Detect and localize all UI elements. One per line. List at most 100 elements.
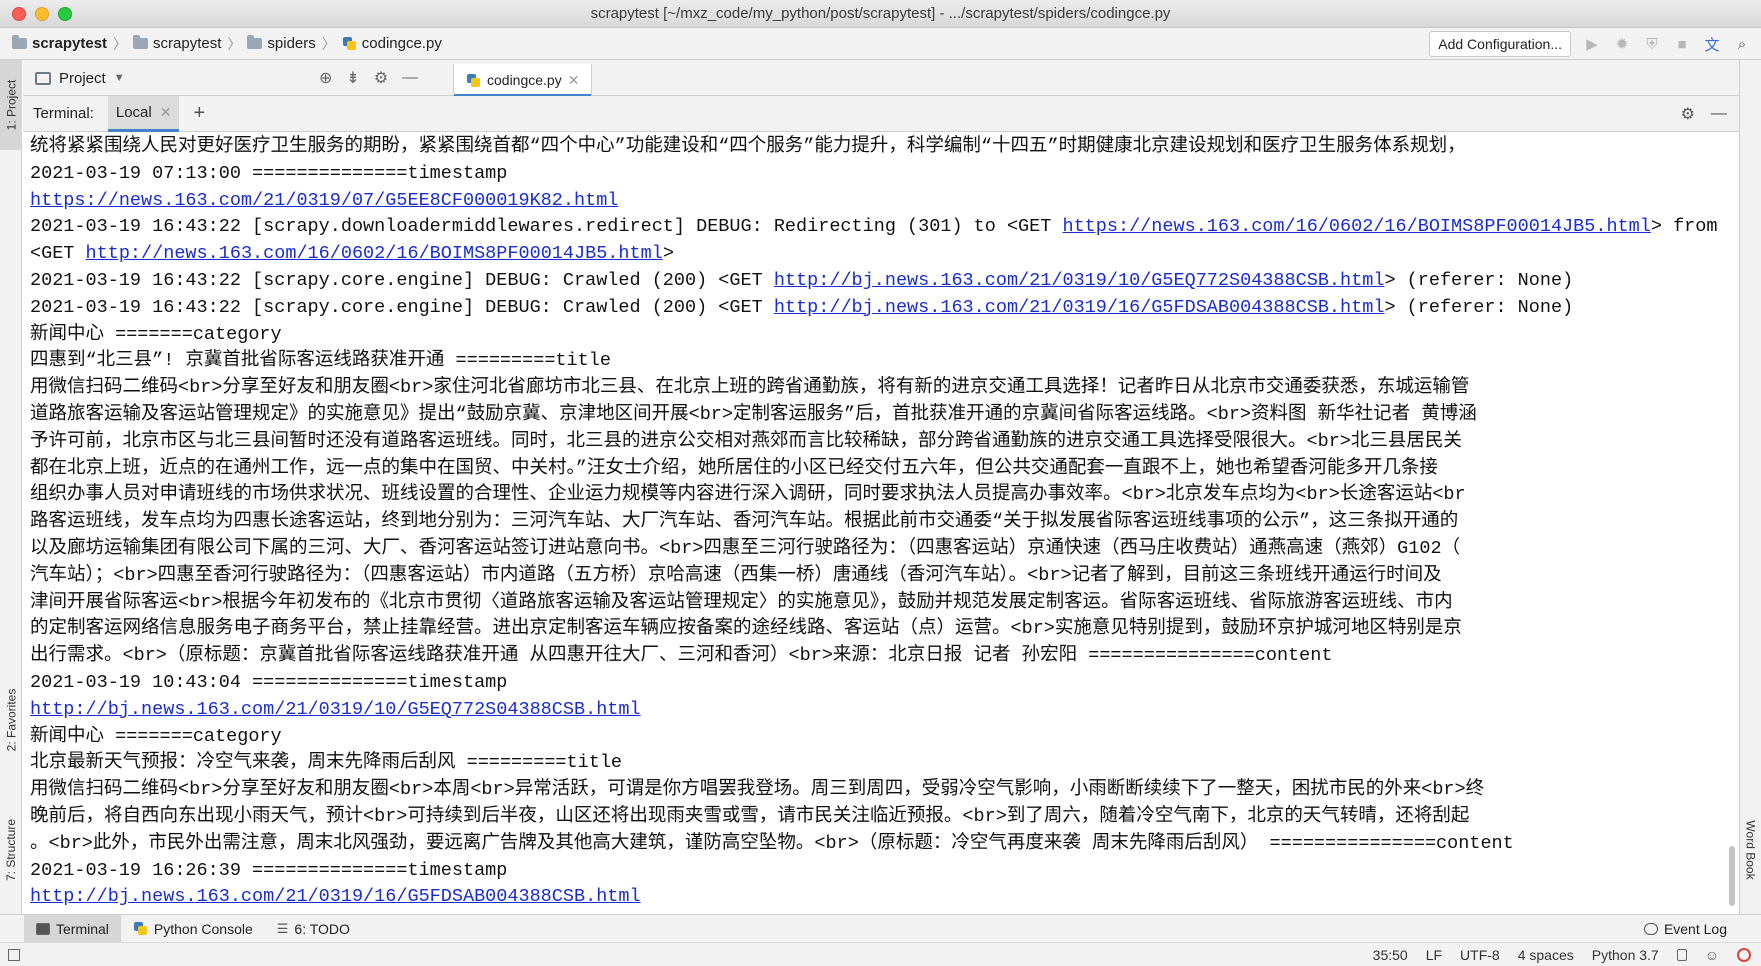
terminal-line: 2021-03-19 16:43:22 [scrapy.core.engine]… [30, 268, 1723, 295]
status-widgets: 35:50 LF UTF-8 4 spaces Python 3.7 ☺ [1373, 943, 1751, 966]
python-interpreter[interactable]: Python 3.7 [1592, 947, 1659, 963]
terminal-text: 四惠到“北三县”! 京冀首批省际客运线路获准开通 =========title [30, 350, 611, 371]
window-title: scrapytest [~/mxz_code/my_python/post/sc… [591, 5, 1171, 22]
file-encoding[interactable]: UTF-8 [1460, 947, 1500, 963]
collapse-icon[interactable]: ⇟ [346, 68, 359, 88]
chevron-down-icon: ▼ [114, 72, 125, 84]
breadcrumb-item-file[interactable]: codingce.py [342, 35, 442, 52]
terminal-link[interactable]: http://bj.news.163.com/21/0319/16/G5FDSA… [30, 886, 641, 907]
window-controls [12, 7, 72, 21]
tool-tab-project[interactable]: 1: Project [0, 60, 22, 150]
terminal-text: > (referer: None) [1384, 297, 1573, 318]
breadcrumb-item-project[interactable]: scrapytest [12, 35, 107, 52]
terminal-line: 组织办事人员对申请班线的市场供求状况、班线设置的合理性、企业运力规模等内容进行深… [30, 482, 1723, 509]
maximize-window-button[interactable] [58, 7, 72, 21]
terminal-text: <GET [30, 243, 86, 264]
terminal-text: 汽车站）；<br>四惠至香河行驶路径为：（四惠客运站）市内道路（五方桥）京哈高速… [30, 565, 1442, 586]
terminal-text: 2021-03-19 16:43:22 [scrapy.core.engine]… [30, 270, 774, 291]
breadcrumb-separator: 〉 [113, 34, 127, 54]
terminal-link[interactable]: http://bj.news.163.com/21/0319/10/G5EQ77… [30, 699, 641, 720]
new-terminal-button[interactable]: + [193, 102, 205, 125]
terminal-line: 2021-03-19 16:43:22 [scrapy.downloadermi… [30, 214, 1723, 241]
terminal-text: 北京最新天气预报：冷空气来袭，周末先降雨后刮风 =========title [30, 752, 622, 773]
terminal-scrollbar[interactable] [1727, 134, 1737, 910]
tool-window-todo[interactable]: ☰ 6: TODO [265, 915, 362, 943]
translate-icon[interactable]: 文 [1703, 35, 1721, 53]
tool-tab-word-book[interactable]: Word Book [1740, 800, 1761, 900]
right-tool-strip: Word Book [1739, 60, 1761, 916]
stop-icon[interactable]: ■ [1673, 35, 1691, 53]
hide-icon[interactable]: — [402, 69, 418, 87]
breadcrumb-separator: 〉 [322, 34, 336, 54]
inspector-icon[interactable]: ☺ [1705, 947, 1719, 963]
status-bar: 35:50 LF UTF-8 4 spaces Python 3.7 ☺ [0, 942, 1761, 966]
lock-icon[interactable] [1677, 949, 1687, 961]
terminal-line: 2021-03-19 10:43:04 ==============timest… [30, 670, 1723, 697]
project-panel-tools: ⊕ ⇟ ⚙ — [319, 60, 418, 96]
terminal-text: 道路旅客运输及客运站管理规定》的实施意见》提出“鼓励京冀、京津地区间开展<br>… [30, 404, 1477, 425]
tool-window-event-log[interactable]: Event Log [1644, 915, 1727, 943]
terminal-line: 予许可前，北京市区与北三县间暂时还没有道路客运班线。同时，北三县的进京公交相对燕… [30, 429, 1723, 456]
terminal-text: 2021-03-19 07:13:00 ==============timest… [30, 163, 507, 184]
close-tab-icon[interactable]: ✕ [160, 104, 172, 121]
terminal-line: 晚前后，将自西向东出现小雨天气，预计<br>可持续到后半夜，山区还将出现雨夹雪或… [30, 804, 1723, 831]
google-icon[interactable] [1737, 948, 1751, 962]
tool-window-python-console[interactable]: Python Console [121, 915, 265, 943]
terminal-text: 2021-03-19 16:43:22 [scrapy.downloadermi… [30, 216, 1062, 237]
indent-setting[interactable]: 4 spaces [1518, 947, 1574, 963]
terminal-link[interactable]: http://news.163.com/16/0602/16/BOIMS8PF0… [86, 243, 663, 264]
search-icon[interactable]: ⌕ [1733, 35, 1751, 53]
terminal-line: 四惠到“北三县”! 京冀首批省际客运线路获准开通 =========title [30, 348, 1723, 375]
project-panel-header: Project ▼ ⊕ ⇟ ⚙ — codingce.py ✕ [23, 60, 1739, 96]
terminal-icon [36, 923, 50, 935]
tool-tab-structure[interactable]: 7: Structure [0, 800, 22, 900]
scroll-thumb[interactable] [1729, 846, 1735, 906]
project-window-icon [35, 72, 51, 85]
terminal-label: Terminal: [33, 105, 94, 122]
terminal-text: 2021-03-19 16:26:39 ==============timest… [30, 860, 507, 881]
tool-window-bar: Terminal Python Console ☰ 6: TODO Event … [0, 914, 1761, 942]
terminal-text: 路客运班线，发车点均为四惠长途客运站，终到地分别为：三河汽车站、大厂汽车站、香河… [30, 511, 1458, 532]
minimize-window-button[interactable] [35, 7, 49, 21]
breadcrumb-separator: 〉 [227, 34, 241, 54]
terminal-link[interactable]: https://news.163.com/16/0602/16/BOIMS8PF… [1062, 216, 1650, 237]
left-tool-strip: 1: Project 2: Favorites 7: Structure [0, 60, 22, 916]
close-tab-icon[interactable]: ✕ [568, 72, 580, 89]
terminal-line: 。<br>此外，市民外出需注意，周末北风强劲，要远离广告牌及其他高大建筑，谨防高… [30, 831, 1723, 858]
event-log-icon [1644, 923, 1658, 935]
add-configuration-button[interactable]: Add Configuration... [1429, 31, 1571, 57]
gear-icon[interactable]: ⚙ [1681, 104, 1695, 124]
editor-tab-codingce[interactable]: codingce.py ✕ [453, 64, 592, 96]
breadcrumb-item-package[interactable]: scrapytest [133, 35, 221, 52]
breadcrumb-item-spiders[interactable]: spiders [247, 35, 315, 52]
list-icon: ☰ [277, 921, 289, 937]
terminal-link[interactable]: https://news.163.com/21/0319/07/G5EE8CF0… [30, 190, 618, 211]
coverage-icon[interactable]: ⛨ [1643, 35, 1661, 53]
locate-icon[interactable]: ⊕ [319, 68, 332, 88]
close-window-button[interactable] [12, 7, 26, 21]
title-bar: scrapytest [~/mxz_code/my_python/post/sc… [0, 0, 1761, 28]
terminal-link[interactable]: http://bj.news.163.com/21/0319/10/G5EQ77… [774, 270, 1385, 291]
hide-icon[interactable]: — [1711, 105, 1727, 123]
terminal-line: 新闻中心 =======category [30, 724, 1723, 751]
tool-window-terminal[interactable]: Terminal [24, 915, 121, 943]
gear-icon[interactable]: ⚙ [374, 68, 388, 88]
terminal-line: http://bj.news.163.com/21/0319/10/G5EQ77… [30, 697, 1723, 724]
tool-tab-favorites[interactable]: 2: Favorites [0, 670, 22, 770]
terminal-tab-local[interactable]: Local ✕ [108, 96, 180, 132]
terminal-text: 新闻中心 =======category [30, 726, 282, 747]
toggle-tool-windows-icon[interactable] [8, 949, 20, 961]
terminal-text: 的定制客运网络信息服务电子商务平台，禁止挂靠经营。进出京定制客运车辆应按备案的途… [30, 618, 1462, 639]
terminal-line: 津间开展省际客运<br>根据今年初发布的《北京市贯彻〈道路旅客运输及客运站管理规… [30, 590, 1723, 617]
line-separator[interactable]: LF [1426, 947, 1442, 963]
terminal-text: 以及廊坊运输集团有限公司下属的三河、大厂、香河客运站签订进站意向书。<br>四惠… [30, 538, 1460, 559]
run-icon[interactable]: ▶ [1583, 35, 1601, 53]
debug-icon[interactable]: ✹ [1613, 35, 1631, 53]
terminal-line: 用微信扫码二维码<br>分享至好友和朋友圈<br>家住河北省廊坊市北三县、在北京… [30, 375, 1723, 402]
python-console-icon [133, 921, 148, 936]
terminal-link[interactable]: http://bj.news.163.com/21/0319/16/G5FDSA… [774, 297, 1385, 318]
project-view-selector[interactable]: Project ▼ [35, 60, 125, 96]
cursor-position[interactable]: 35:50 [1373, 947, 1408, 963]
terminal-line: 汽车站）；<br>四惠至香河行驶路径为：（四惠客运站）市内道路（五方桥）京哈高速… [30, 563, 1723, 590]
terminal-output[interactable]: 统将紧紧围绕人民对更好医疗卫生服务的期盼，紧紧围绕首都“四个中心”功能建设和“四… [23, 132, 1723, 914]
